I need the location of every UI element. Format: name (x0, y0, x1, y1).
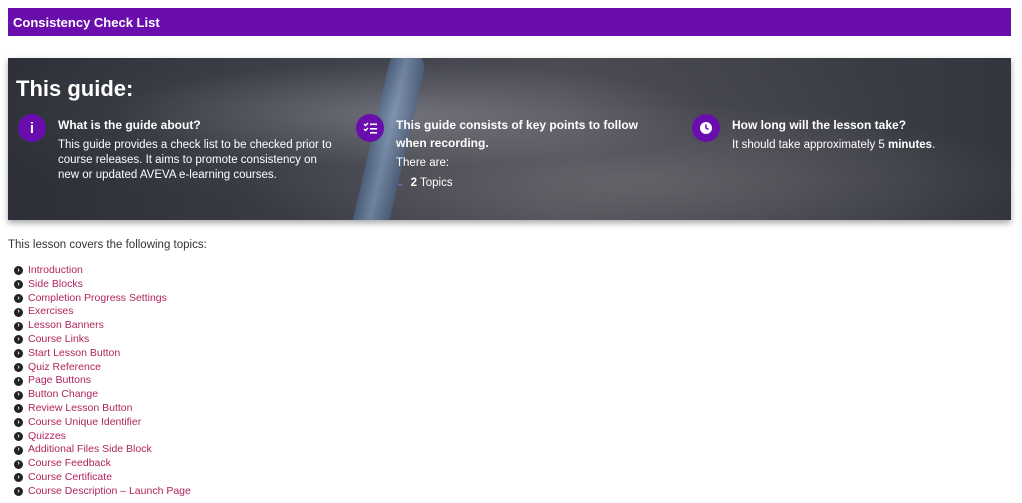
topics-count: 2 (410, 177, 417, 189)
chevron-right-icon: › (14, 335, 23, 345)
topic-link[interactable]: Page Buttons (28, 374, 91, 388)
topic-link[interactable]: Course Certificate (28, 471, 112, 485)
chevron-right-icon: › (14, 321, 23, 331)
chevron-right-icon: › (14, 404, 23, 414)
topic-link[interactable]: Course Feedback (28, 457, 111, 471)
chevron-right-icon: › (14, 459, 23, 469)
banner-heading: This guide: (16, 76, 134, 101)
chevron-right-icon: › (14, 445, 23, 455)
info-icon: i (18, 114, 46, 142)
topic-link[interactable]: Side Blocks (28, 278, 83, 292)
chevron-down-icon: ⌄ (396, 178, 405, 189)
list-item: › Side Blocks (14, 278, 191, 292)
topic-link[interactable]: Introduction (28, 264, 83, 278)
list-item: › Quizzes (14, 430, 191, 444)
list-item: › Page Buttons (14, 374, 191, 388)
topic-link[interactable]: Completion Progress Settings (28, 292, 167, 306)
duration-heading: How long will the lesson take? (732, 118, 907, 132)
topics-count-line: ⌄ 2 Topics (396, 177, 666, 189)
list-item: › Course Unique Identifier (14, 416, 191, 430)
list-item: › Review Lesson Button (14, 402, 191, 416)
chevron-right-icon: › (14, 280, 23, 290)
duration-prefix: It should take approximately 5 (732, 139, 888, 151)
page-title-bar: Consistency Check List (8, 8, 1011, 36)
list-item: › Completion Progress Settings (14, 292, 191, 306)
chevron-right-icon: › (14, 307, 23, 317)
topic-link[interactable]: Lesson Banners (28, 319, 104, 333)
topic-link[interactable]: Course Links (28, 333, 89, 347)
duration-unit: minutes (887, 139, 933, 151)
chevron-right-icon: › (14, 431, 23, 441)
list-item: › Quiz Reference (14, 361, 191, 375)
list-item: › Course Certificate (14, 471, 191, 485)
clock-icon (692, 114, 720, 142)
lesson-banner: This guide: i What is the guide about? T… (8, 58, 1011, 220)
chevron-right-icon: › (14, 362, 23, 372)
duration-suffix: . (932, 139, 936, 151)
chevron-right-icon: › (14, 473, 23, 483)
list-item: › Button Change (14, 388, 191, 402)
chevron-right-icon: › (14, 487, 23, 497)
topic-link[interactable]: Additional Files Side Block (28, 443, 152, 457)
list-item: › Additional Files Side Block (14, 443, 191, 457)
topics-label: Topics (420, 177, 453, 189)
list-item: › Start Lesson Button (14, 347, 191, 361)
guide-about-body: This guide provides a check list to be c… (58, 139, 332, 181)
chevron-right-icon: › (14, 418, 23, 428)
lesson-intro: This lesson covers the following topics: (8, 239, 207, 251)
list-item: › Introduction (14, 264, 191, 278)
topic-link[interactable]: Exercises (28, 305, 74, 319)
topic-link[interactable]: Course Description – Launch Page (28, 485, 191, 499)
list-item: › Course Feedback (14, 457, 191, 471)
topic-list: › Introduction › Side Blocks › Completion Pro… (14, 264, 191, 499)
guide-about-heading: What is the guide about? (58, 118, 201, 132)
topic-link[interactable]: Button Change (28, 388, 98, 402)
chevron-right-icon: › (14, 390, 23, 400)
list-item: › Course Description – Launch Page (14, 485, 191, 499)
topic-link[interactable]: Quizzes (28, 430, 66, 444)
chevron-right-icon: › (14, 349, 23, 359)
chevron-right-icon: › (14, 266, 23, 276)
list-item: › Course Links (14, 333, 191, 347)
key-points-body: There are: (396, 157, 450, 169)
list-item: › Lesson Banners (14, 319, 191, 333)
list-item: › Exercises (14, 305, 191, 319)
checklist-icon (356, 114, 384, 142)
key-points-heading: This guide consists of key points to fol… (396, 118, 639, 150)
topic-link[interactable]: Start Lesson Button (28, 347, 120, 361)
topic-link[interactable]: Quiz Reference (28, 361, 101, 375)
duration-body: It should take approximately 5 minutes. (732, 138, 992, 153)
topic-link[interactable]: Course Unique Identifier (28, 416, 141, 430)
topic-link[interactable]: Review Lesson Button (28, 402, 132, 416)
chevron-right-icon: › (14, 376, 23, 386)
page-title: Consistency Check List (13, 14, 160, 30)
chevron-right-icon: › (14, 293, 23, 303)
